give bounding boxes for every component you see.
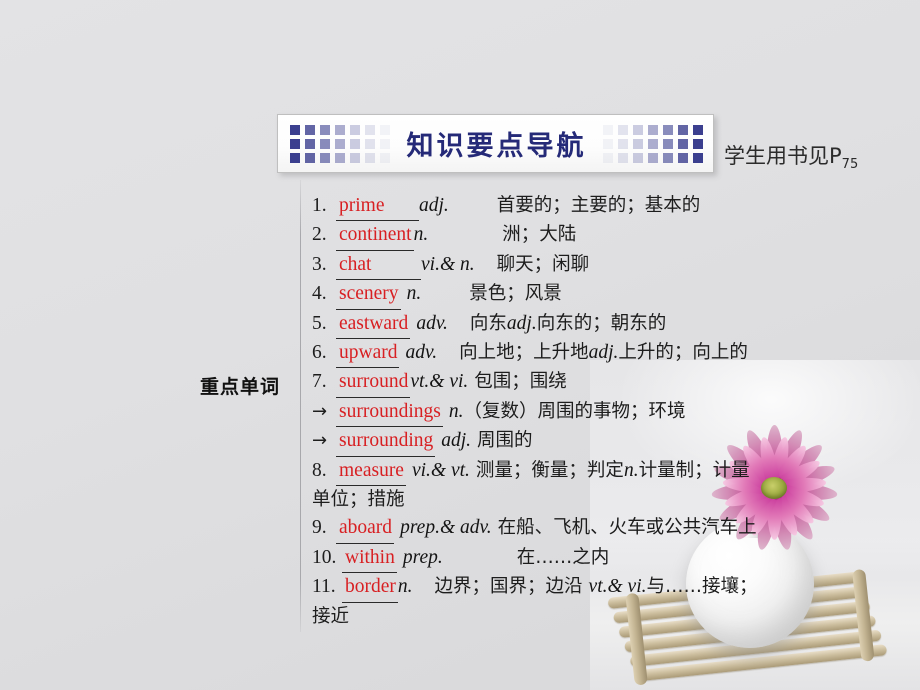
entry-pos: n. xyxy=(406,283,422,305)
list-item: 3. chat vi.& n. 聊天；闲聊 xyxy=(312,251,912,281)
entry-meaning: 测量；衡量；判定 xyxy=(475,459,624,481)
list-item: 5. eastward adv. 向东adj.向东的；朝东的 xyxy=(312,310,912,340)
list-item-continuation: 单位；措施 xyxy=(312,486,912,514)
decorative-dots-right xyxy=(603,124,703,163)
entry-pos: vi.& vt. xyxy=(411,459,470,481)
entry-meaning: 向上地；上升地 xyxy=(459,342,589,364)
list-item-continuation: 接近 xyxy=(312,603,912,631)
list-item: 1. prime adj. 首要的；主要的；基本的 xyxy=(312,192,912,222)
list-item: → surrounding adj. 周围的 xyxy=(312,427,912,457)
entry-pos: adv. xyxy=(405,342,438,364)
list-item: 4. scenery n. 景色；风景 xyxy=(312,280,912,310)
entry-pos-2: vt.& vi. xyxy=(588,576,647,598)
entry-term: scenery xyxy=(336,280,401,310)
entry-index: 5. xyxy=(312,312,327,334)
entry-meaning-2: 向东的；朝东的 xyxy=(536,312,667,334)
vocabulary-list: 1. prime adj. 首要的；主要的；基本的 2. continent n. 洲；大陆… xyxy=(312,192,912,631)
section-label-key-words: 重点单词 xyxy=(200,376,281,398)
entry-meaning: （复数）周围的事物；环境 xyxy=(463,400,686,422)
entry-meaning: 在……之内 xyxy=(516,546,610,568)
entry-continuation: 单位；措施 xyxy=(312,489,405,511)
entry-meaning: 景色；风景 xyxy=(469,283,562,305)
entry-index: 4. xyxy=(312,283,327,305)
entry-index: 10. xyxy=(312,546,337,568)
list-item: 9. aboard prep.& adv. 在船、飞机、火车或公共汽车上 xyxy=(312,514,912,544)
entry-meaning: 洲；大陆 xyxy=(502,224,577,246)
entry-index: 11. xyxy=(312,576,336,598)
entry-term: aboard xyxy=(336,514,395,544)
entry-pos-2: adj. xyxy=(506,312,537,334)
entry-pos: n. xyxy=(397,576,413,598)
list-item: 10. within prep. 在……之内 xyxy=(312,544,912,574)
entry-term: prime xyxy=(336,192,419,222)
entry-term: continent xyxy=(336,221,414,251)
entry-meaning-2: 与……接壤； xyxy=(646,576,758,598)
entry-index-arrow: → xyxy=(312,430,328,452)
entry-index-arrow: → xyxy=(312,400,328,422)
entry-pos: prep. xyxy=(402,546,443,568)
entry-term: surroundings xyxy=(336,398,443,428)
entry-index: 9. xyxy=(312,517,327,539)
entry-term: eastward xyxy=(336,310,411,340)
entry-index: 8. xyxy=(312,459,327,481)
entry-pos: adj. xyxy=(441,430,472,452)
list-item: → surroundings n.（复数）周围的事物；环境 xyxy=(312,398,912,428)
entry-index: 1. xyxy=(312,195,327,216)
entry-term: surround xyxy=(336,368,411,398)
entry-pos: vi.& n. xyxy=(421,253,475,275)
list-item: 6. upward adv. 向上地；上升地adj.上升的；向上的 xyxy=(312,339,912,369)
book-ref-text: 学生用书见P xyxy=(724,144,842,168)
entry-meaning-2: 计量制；计量 xyxy=(638,459,750,481)
entry-index: 7. xyxy=(312,371,327,393)
entry-pos: prep.& adv. xyxy=(400,517,492,539)
entry-meaning-2: 上升的；向上的 xyxy=(618,342,748,364)
entry-term: border xyxy=(342,573,398,603)
entry-term: within xyxy=(342,544,397,574)
banner-title: 知识要点导航 xyxy=(406,131,587,162)
title-banner: 知识要点导航 xyxy=(277,114,714,173)
entry-meaning: 边界；国界；边沿 xyxy=(434,576,583,598)
entry-meaning: 聊天；闲聊 xyxy=(496,253,590,275)
slide-canvas: 知识要点导航 学生用书见P75 重点单词 1. prime adj. 首要的；主… xyxy=(0,0,920,690)
entry-term: surrounding xyxy=(336,427,436,457)
list-item: 11. border n. 边界；国界；边沿 vt.& vi.与……接壤； xyxy=(312,573,912,603)
entry-meaning: 周围的 xyxy=(477,430,533,452)
list-item: 7. surround vt.& vi. 包围；围绕 xyxy=(312,368,912,398)
vertical-divider xyxy=(300,180,301,632)
entry-meaning: 在船、飞机、火车或公共汽车上 xyxy=(497,517,757,539)
entry-pos: n. xyxy=(413,224,429,246)
entry-meaning: 包围；围绕 xyxy=(474,371,567,393)
entry-continuation: 接近 xyxy=(312,605,350,627)
entry-term: upward xyxy=(336,339,400,369)
list-item: 2. continent n. 洲；大陆 xyxy=(312,221,912,251)
entry-index: 6. xyxy=(312,342,327,364)
entry-meaning: 首要的；主要的；基本的 xyxy=(496,195,701,216)
entry-index: 2. xyxy=(312,224,327,246)
entry-term: measure xyxy=(336,457,406,487)
book-ref-page: 75 xyxy=(841,157,859,173)
decorative-dots-left xyxy=(290,124,390,163)
entry-pos: adj. xyxy=(419,195,449,216)
entry-term: chat xyxy=(336,251,421,281)
student-book-reference: 学生用书见P75 xyxy=(724,140,858,172)
entry-index: 3. xyxy=(312,253,327,275)
entry-pos-2: adj. xyxy=(588,342,619,364)
entry-meaning: 向东 xyxy=(469,312,507,334)
entry-pos: vt.& vi. xyxy=(410,371,469,393)
list-item: 8. measure vi.& vt. 测量；衡量；判定n.计量制；计量 xyxy=(312,457,912,487)
entry-pos: n. xyxy=(448,400,464,422)
entry-pos-2: n. xyxy=(623,459,639,481)
entry-pos: adv. xyxy=(416,312,448,334)
